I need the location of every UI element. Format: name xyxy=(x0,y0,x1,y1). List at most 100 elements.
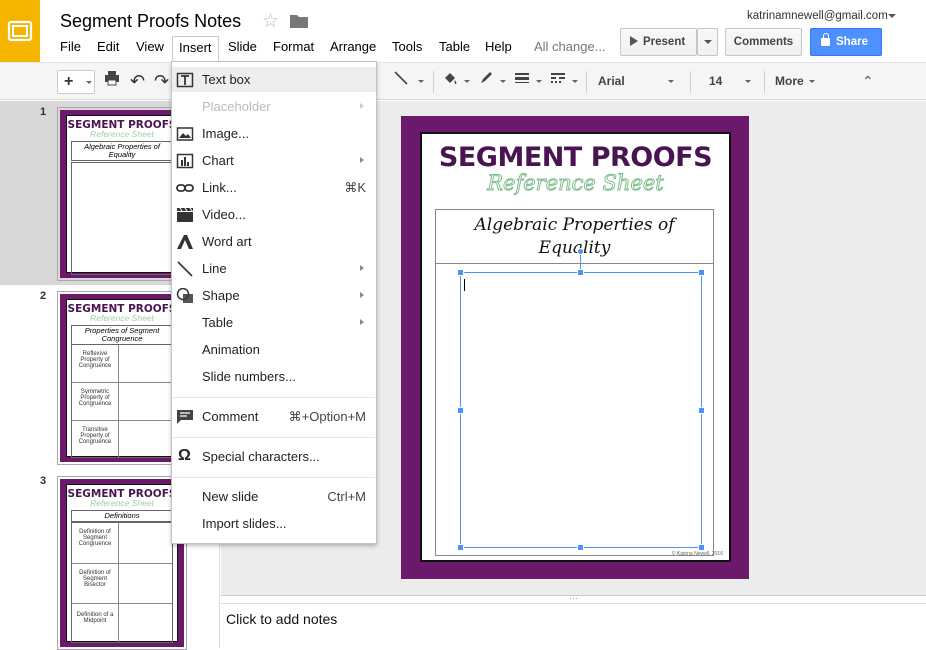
menu-item-new-slide[interactable]: New slide Ctrl+M xyxy=(172,484,376,509)
font-name: Arial xyxy=(598,74,625,88)
chevron-down-icon xyxy=(668,80,674,83)
menu-item-video[interactable]: Video... xyxy=(172,202,376,227)
slide-thumbnail-2[interactable]: SEGMENT PROOFS Reference Sheet Propertie… xyxy=(57,291,187,465)
star-icon[interactable]: ☆ xyxy=(262,10,279,33)
video-icon xyxy=(177,207,193,222)
speaker-notes[interactable]: Click to add notes xyxy=(221,603,926,648)
menu-item-label: Line xyxy=(202,261,227,276)
resize-handle[interactable] xyxy=(698,407,705,414)
text-box-icon xyxy=(176,72,194,88)
border-dash-icon[interactable] xyxy=(550,70,578,94)
menu-item-label: Import slides... xyxy=(202,516,287,531)
share-button[interactable]: Share xyxy=(810,28,882,56)
menu-separator xyxy=(173,397,375,398)
slide-number: 3 xyxy=(40,475,47,487)
resize-handle[interactable] xyxy=(698,269,705,276)
menu-item-comment[interactable]: Comment ⌘+Option+M xyxy=(172,404,376,429)
menu-item-import-slides[interactable]: Import slides... xyxy=(172,511,376,536)
print-icon[interactable] xyxy=(104,70,120,94)
comment-icon xyxy=(177,410,193,424)
thumb-subtitle: Reference Sheet xyxy=(90,498,154,508)
thumb-row-label: Reflexive Property of Congruence xyxy=(78,351,112,369)
toolbar-divider xyxy=(586,71,587,93)
line-icon[interactable] xyxy=(393,70,424,94)
current-slide[interactable]: SEGMENT PROOFS Reference Sheet Algebraic… xyxy=(401,116,749,579)
slide-subtitle[interactable]: Reference Sheet xyxy=(422,171,729,196)
menu-item-label: Comment xyxy=(202,409,259,424)
thumb-header: Properties of Segment Congruence xyxy=(71,325,173,345)
thumb-row-label: Definition of Segment Congruence xyxy=(78,529,112,547)
menu-table[interactable]: Table xyxy=(433,36,476,59)
menu-view[interactable]: View xyxy=(130,36,170,59)
chevron-down-icon xyxy=(500,80,506,83)
more-button[interactable]: More xyxy=(775,70,820,94)
menu-item-word-art[interactable]: Word art xyxy=(172,229,376,254)
menu-insert[interactable]: Insert xyxy=(172,36,219,61)
menu-item-image[interactable]: Image... xyxy=(172,121,376,146)
menu-item-label: Special characters... xyxy=(202,449,320,464)
resize-handle[interactable] xyxy=(577,544,584,551)
chevron-down-icon xyxy=(86,81,92,84)
play-icon xyxy=(630,36,638,46)
document-title[interactable]: Segment Proofs Notes xyxy=(60,11,241,32)
menu-help[interactable]: Help xyxy=(479,36,518,59)
thumb-grid xyxy=(71,162,173,275)
chevron-down-icon xyxy=(809,80,815,83)
menu-slide[interactable]: Slide xyxy=(222,36,263,59)
menu-item-text-box[interactable]: Text box xyxy=(172,67,376,92)
menu-format[interactable]: Format xyxy=(267,36,320,59)
rotate-handle[interactable] xyxy=(577,248,584,255)
redo-icon[interactable]: ↷ xyxy=(154,70,169,94)
slide-table-header[interactable]: Algebraic Properties of Equality xyxy=(435,209,714,264)
font-size-select[interactable]: 14 xyxy=(709,70,754,94)
slide-title[interactable]: SEGMENT PROOFS xyxy=(422,142,729,173)
menu-item-animation[interactable]: Animation xyxy=(172,337,376,362)
menu-item-link[interactable]: Link... ⌘K xyxy=(172,175,376,200)
border-color-icon[interactable] xyxy=(478,70,506,94)
slide-thumbnail-1[interactable]: SEGMENT PROOFS Reference Sheet Algebraic… xyxy=(57,107,187,281)
font-select[interactable]: Arial xyxy=(598,70,678,94)
account-email[interactable]: katrinamnewell@gmail.com xyxy=(747,10,888,22)
present-button[interactable]: Present xyxy=(620,28,697,56)
fill-color-icon[interactable] xyxy=(442,70,470,94)
present-options-button[interactable] xyxy=(697,28,718,56)
menu-item-shape[interactable]: Shape xyxy=(172,283,376,308)
comments-button[interactable]: Comments xyxy=(725,28,802,56)
menu-item-label: Image... xyxy=(202,126,249,141)
folder-icon[interactable] xyxy=(290,14,308,31)
menu-item-placeholder: Placeholder xyxy=(172,94,376,119)
menu-item-slide-numbers[interactable]: Slide numbers... xyxy=(172,364,376,389)
slides-logo-icon[interactable] xyxy=(0,0,40,62)
menu-item-chart[interactable]: Chart xyxy=(172,148,376,173)
undo-icon[interactable]: ↶ xyxy=(130,70,145,94)
toolbar-divider xyxy=(433,71,434,93)
resize-handle[interactable] xyxy=(457,544,464,551)
menu-item-line[interactable]: Line xyxy=(172,256,376,281)
omega-icon: Ω xyxy=(178,447,191,464)
new-slide-button[interactable]: + xyxy=(57,70,95,94)
slide-thumbnail-3[interactable]: SEGMENT PROOFS Reference Sheet Definitio… xyxy=(57,476,187,650)
menu-edit[interactable]: Edit xyxy=(91,36,125,59)
toolbar-divider xyxy=(690,71,691,93)
lock-icon xyxy=(821,33,830,46)
resize-handle[interactable] xyxy=(577,269,584,276)
menu-item-label: Animation xyxy=(202,342,260,357)
collapse-toolbar-icon[interactable]: ⌃ xyxy=(862,70,874,94)
menu-item-table[interactable]: Table xyxy=(172,310,376,335)
account-caret-icon[interactable] xyxy=(888,14,896,18)
border-weight-icon[interactable] xyxy=(514,70,542,94)
resize-handle[interactable] xyxy=(698,544,705,551)
selected-text-box[interactable] xyxy=(457,248,705,551)
menu-file[interactable]: File xyxy=(54,36,87,59)
save-status[interactable]: All change... xyxy=(534,39,606,54)
resize-handle[interactable] xyxy=(457,269,464,276)
thumb-row-label: Transitive Property of Congruence xyxy=(78,427,112,445)
header: Segment Proofs Notes ☆ katrinamnewell@gm… xyxy=(0,0,926,62)
menu-tools[interactable]: Tools xyxy=(386,36,428,59)
menu-arrange[interactable]: Arrange xyxy=(324,36,382,59)
menu-item-label: Text box xyxy=(202,72,251,87)
menu-item-special-characters[interactable]: Ω Special characters... xyxy=(172,444,376,469)
notes-resize-handle[interactable]: ··· xyxy=(221,594,926,603)
resize-handle[interactable] xyxy=(457,407,464,414)
menu-item-label: Placeholder xyxy=(202,99,271,114)
